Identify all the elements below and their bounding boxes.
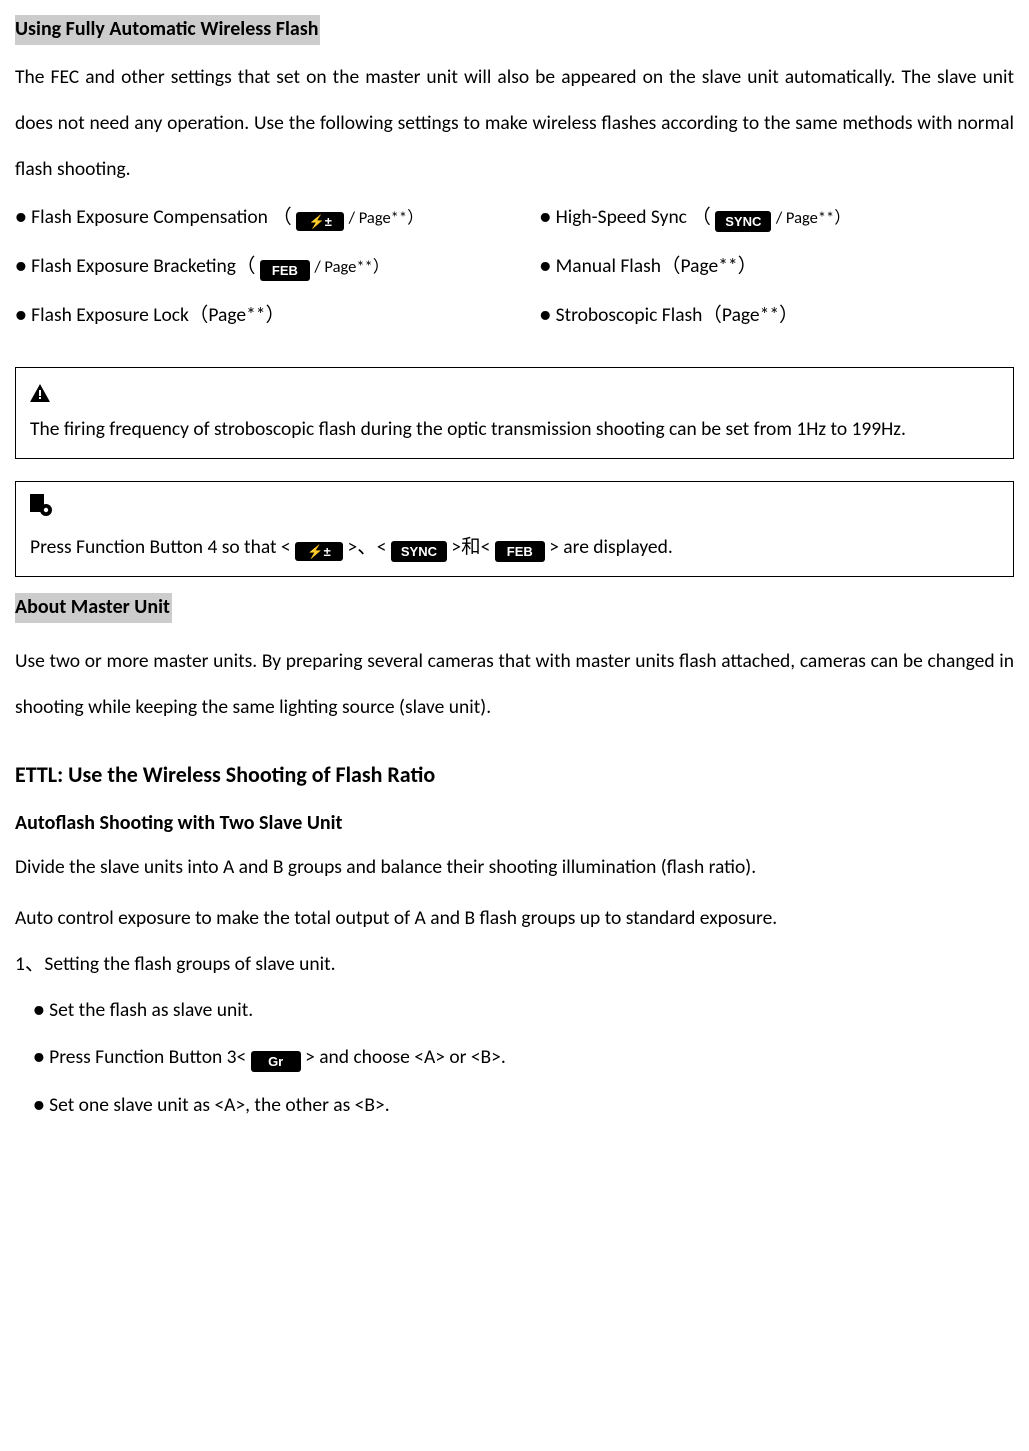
bullet-strobo: ● Stroboscopic Flash（Page**） [539, 296, 979, 335]
bullet-fec: ● Flash Exposure Compensation （ ⚡± / Pag… [15, 198, 535, 237]
text: ● Flash Exposure Bracketing（ [15, 254, 255, 278]
sync-icon: SYNC [715, 211, 771, 232]
ettl-p2: Auto control exposure to make the total … [15, 900, 1014, 937]
feb-icon: FEB [495, 541, 545, 562]
text: / Page**） [349, 208, 424, 228]
feb-icon: FEB [260, 260, 310, 281]
ettl-p1: Divide the slave units into A and B grou… [15, 849, 1014, 886]
text: ● Flash Exposure Lock（Page**） [15, 303, 285, 327]
text: ● High-Speed Sync （ [539, 205, 710, 229]
section-title-ettl: ETTL: Use the Wireless Shooting of Flash… [15, 760, 1014, 791]
bullet-manual: ● Manual Flash（Page**） [539, 247, 979, 286]
bullet-feb: ● Flash Exposure Bracketing（ FEB / Page*… [15, 247, 535, 286]
step-1: 1、Setting the flash groups of slave unit… [15, 951, 1014, 978]
warning-text: The firing frequency of stroboscopic fla… [30, 415, 999, 443]
text: >、< [348, 535, 387, 559]
bullet-hss: ● High-Speed Sync （ SYNC / Page**） [539, 198, 979, 237]
section-title-auto-wireless: Using Fully Automatic Wireless Flash [15, 15, 320, 45]
info-text: Press Function Button 4 so that < ⚡± >、<… [30, 534, 999, 562]
text: > and choose <A> or <B>. [305, 1045, 506, 1069]
master-unit-paragraph: Use two or more master units. By prepari… [15, 639, 1014, 731]
text: >和< [451, 535, 490, 559]
fec-icon: ⚡± [295, 542, 343, 561]
warning-icon [30, 381, 50, 408]
text: Press Function Button 4 so that < [30, 535, 291, 559]
sync-icon: SYNC [391, 541, 447, 562]
text: / Page**） [776, 208, 851, 228]
text: ● Manual Flash（Page**） [539, 254, 757, 278]
text: > are displayed. [549, 535, 673, 559]
text: ● Stroboscopic Flash（Page**） [539, 303, 798, 327]
info-box: Press Function Button 4 so that < ⚡± >、<… [15, 481, 1014, 577]
step-1-sub-3: ● Set one slave unit as <A>, the other a… [33, 1092, 1014, 1119]
step-1-sub-1: ● Set the flash as slave unit. [33, 997, 1014, 1024]
info-icon [30, 494, 52, 524]
gr-icon: Gr [251, 1051, 301, 1072]
step-1-sub-2: ● Press Function Button 3< Gr > and choo… [33, 1044, 1014, 1072]
intro-paragraph: The FEC and other settings that set on t… [15, 55, 1014, 192]
section-title-master-unit: About Master Unit [15, 593, 172, 623]
text: / Page**） [314, 257, 389, 277]
text: ● Press Function Button 3< [33, 1045, 246, 1069]
fec-icon: ⚡± [296, 212, 344, 231]
warning-box: The firing frequency of stroboscopic fla… [15, 367, 1014, 458]
subsection-autoflash: Autoflash Shooting with Two Slave Unit [15, 809, 1014, 837]
bullet-fel: ● Flash Exposure Lock（Page**） [15, 296, 535, 335]
text: ● Flash Exposure Compensation （ [15, 205, 292, 229]
